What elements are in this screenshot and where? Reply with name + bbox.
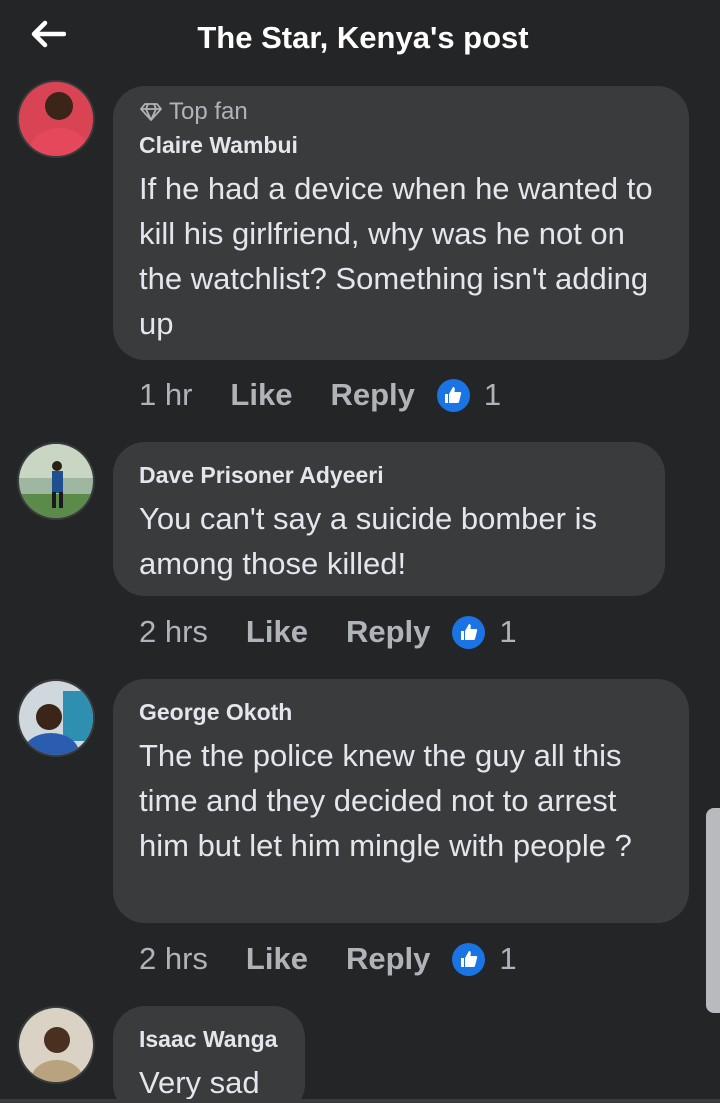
- comment-time[interactable]: 2 hrs: [139, 614, 208, 650]
- comment-bubble[interactable]: Dave Prisoner Adyeeri You can't say a su…: [113, 442, 665, 596]
- comment-text: The the police knew the guy all this tim…: [139, 738, 632, 863]
- like-button[interactable]: Like: [246, 941, 308, 977]
- comment-bubble[interactable]: Isaac Wanga Very sad: [113, 1006, 305, 1103]
- scroll-handle[interactable]: [706, 808, 720, 1013]
- comment-author[interactable]: Claire Wambui: [139, 130, 663, 160]
- like-button[interactable]: Like: [246, 614, 308, 650]
- thumbs-up-icon[interactable]: [452, 615, 486, 649]
- comment-time[interactable]: 1 hr: [139, 377, 192, 413]
- comment-actions: 1 hr Like Reply 1: [139, 375, 501, 415]
- avatar[interactable]: [17, 80, 95, 158]
- top-fan-label: Top fan: [169, 98, 248, 125]
- comment-actions: 2 hrs Like Reply 1: [139, 939, 517, 979]
- comment-actions: 2 hrs Like Reply 1: [139, 612, 517, 652]
- top-fan-badge: Top fan: [139, 96, 663, 128]
- comment-text: If he had a device when he wanted to kil…: [139, 171, 653, 341]
- top-bar: The Star, Kenya's post: [0, 0, 720, 80]
- reply-button[interactable]: Reply: [346, 941, 430, 977]
- comment-author[interactable]: Isaac Wanga: [139, 1024, 279, 1054]
- thumbs-up-icon[interactable]: [452, 942, 486, 976]
- comment-text: Very sad: [139, 1065, 260, 1100]
- reply-button[interactable]: Reply: [346, 614, 430, 650]
- divider: [0, 1099, 720, 1103]
- reply-button[interactable]: Reply: [330, 377, 414, 413]
- page-title: The Star, Kenya's post: [197, 20, 529, 55]
- comment-time[interactable]: 2 hrs: [139, 941, 208, 977]
- like-button[interactable]: Like: [230, 377, 292, 413]
- thumbs-up-icon[interactable]: [436, 378, 470, 412]
- comment-text: You can't say a suicide bomber is among …: [139, 501, 597, 581]
- reaction-count[interactable]: 1: [499, 614, 516, 650]
- avatar[interactable]: [17, 1006, 95, 1084]
- comment-bubble[interactable]: Top fan Claire Wambui If he had a device…: [113, 86, 689, 360]
- post-comments-screen: The Star, Kenya's post Top fan Claire Wa…: [0, 0, 720, 1103]
- reaction-count[interactable]: 1: [484, 377, 501, 413]
- comment-bubble[interactable]: George Okoth The the police knew the guy…: [113, 679, 689, 923]
- reaction-count[interactable]: 1: [499, 941, 516, 977]
- comment-author[interactable]: George Okoth: [139, 697, 663, 727]
- avatar[interactable]: [17, 679, 95, 757]
- avatar[interactable]: [17, 442, 95, 520]
- comment-author[interactable]: Dave Prisoner Adyeeri: [139, 460, 639, 490]
- diamond-icon: [140, 103, 162, 121]
